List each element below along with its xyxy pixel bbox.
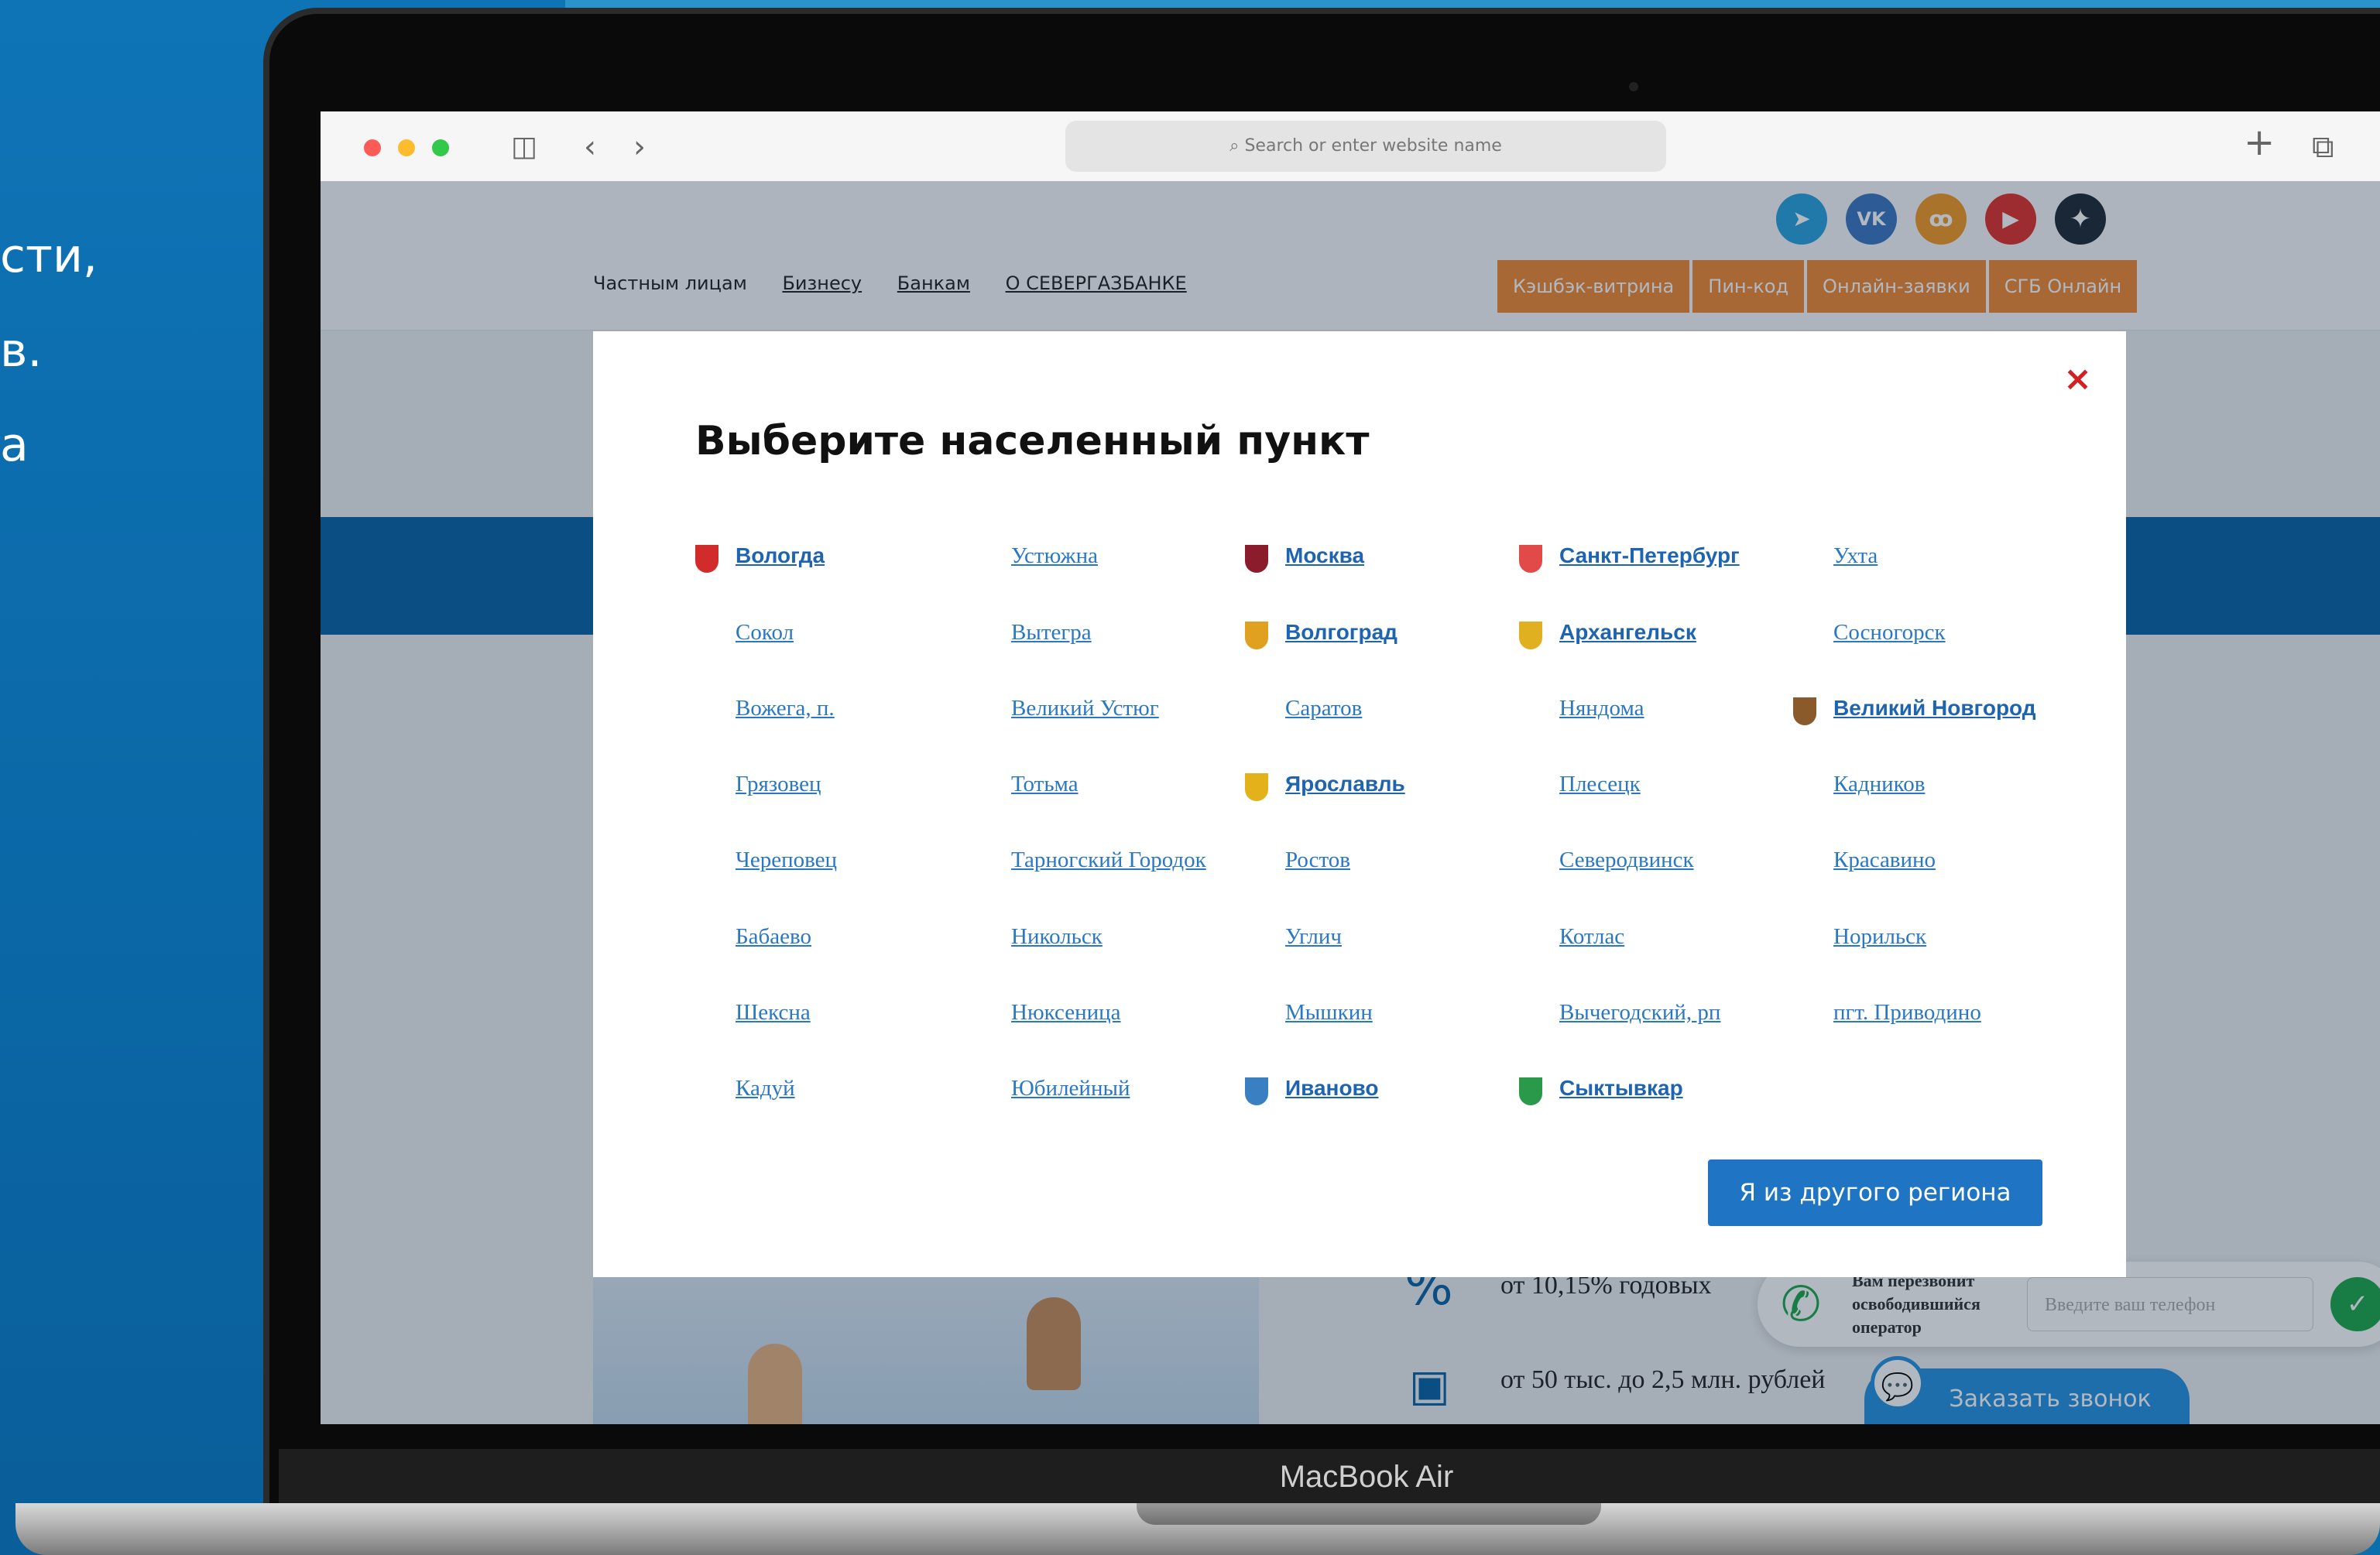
city-link[interactable]: Нюксеница: [1011, 1000, 1121, 1026]
city-link[interactable]: Юбилейный: [1011, 1076, 1130, 1101]
city-link[interactable]: Устюжна: [1011, 543, 1098, 569]
city-link[interactable]: Норильск: [1833, 924, 1926, 950]
city-link[interactable]: Архангельск: [1559, 620, 1696, 645]
city-link[interactable]: Волгоград: [1285, 620, 1397, 645]
city-link[interactable]: Тотьма: [1011, 772, 1079, 797]
promo-text: сти, в. а: [0, 209, 98, 492]
city-link[interactable]: Углич: [1285, 924, 1342, 950]
city-link[interactable]: Никольск: [1011, 924, 1103, 950]
back-icon[interactable]: ‹: [584, 130, 596, 164]
zoom-window-button[interactable]: [432, 139, 449, 156]
browser-toolbar: ◫ ‹ › ⌕ Search or enter website name + ⧉: [321, 111, 2380, 182]
city-emblem-icon: [1519, 622, 1542, 649]
city-link[interactable]: Вычегодский, рп: [1559, 1000, 1720, 1026]
city-link[interactable]: Котлас: [1559, 924, 1624, 950]
city-link[interactable]: пгт. Приводино: [1833, 1000, 1981, 1026]
search-icon: ⌕: [1229, 136, 1245, 156]
city-emblem-icon: [1519, 1077, 1542, 1105]
address-bar[interactable]: ⌕ Search or enter website name: [1065, 121, 1666, 172]
city-link[interactable]: Саратов: [1285, 696, 1362, 721]
other-region-button[interactable]: Я из другого региона: [1708, 1159, 2042, 1226]
close-icon[interactable]: ×: [2063, 362, 2092, 396]
city-link[interactable]: Москва: [1285, 543, 1364, 568]
city-emblem-icon: [1245, 545, 1268, 573]
promo-line-3: а: [0, 418, 29, 472]
city-link[interactable]: Вожега, п.: [736, 696, 835, 721]
sidebar-icon[interactable]: ◫: [511, 130, 537, 164]
city-link[interactable]: Грязовец: [736, 772, 821, 797]
city-link[interactable]: Северодвинск: [1559, 848, 1694, 873]
new-tab-icon[interactable]: +: [2244, 124, 2275, 161]
city-link[interactable]: Ухта: [1833, 543, 1878, 569]
city-link[interactable]: Красавино: [1833, 848, 1936, 873]
city-link[interactable]: Тарногский Городок: [1011, 848, 1206, 873]
city-link[interactable]: Санкт-Петербург: [1559, 543, 1740, 568]
address-placeholder: Search or enter website name: [1244, 136, 1502, 156]
browser-window: ◫ ‹ › ⌕ Search or enter website name + ⧉…: [321, 111, 2380, 1424]
city-emblem-icon: [1519, 545, 1542, 573]
city-link[interactable]: Сокол: [736, 620, 794, 646]
modal-title: Выберите населенный пункт: [695, 418, 1370, 464]
city-link[interactable]: Мышкин: [1285, 1000, 1373, 1026]
city-link[interactable]: Бабаево: [736, 924, 811, 950]
city-link[interactable]: Плесецк: [1559, 772, 1641, 797]
city-link[interactable]: Сосногорск: [1833, 620, 1946, 646]
city-link[interactable]: Великий Новгород: [1833, 696, 2036, 721]
city-select-modal: × Выберите населенный пункт Вологда Сокол…: [593, 331, 2126, 1277]
city-link[interactable]: Няндома: [1559, 696, 1644, 721]
camera-icon: [1629, 82, 1638, 91]
city-link[interactable]: Кадуй: [736, 1076, 795, 1101]
city-emblem-icon: [695, 545, 718, 573]
forward-icon[interactable]: ›: [633, 130, 646, 164]
city-link[interactable]: Иваново: [1285, 1076, 1379, 1101]
city-link[interactable]: Великий Устюг: [1011, 696, 1159, 721]
city-link[interactable]: Ростов: [1285, 848, 1350, 873]
city-emblem-icon: [1245, 622, 1268, 649]
close-window-button[interactable]: [364, 139, 381, 156]
promo-line-1: сти,: [0, 229, 98, 283]
city-emblem-icon: [1793, 697, 1816, 725]
city-emblem-icon: [1245, 773, 1268, 801]
city-link[interactable]: Шексна: [736, 1000, 811, 1026]
laptop-model-label: MacBook Air: [1279, 1460, 1454, 1494]
city-link[interactable]: Кадников: [1833, 772, 1925, 797]
city-link[interactable]: Череповец: [736, 848, 837, 873]
promo-line-2: в.: [0, 324, 43, 378]
tabs-overview-icon[interactable]: ⧉: [2312, 130, 2334, 164]
laptop-base-notch: [1137, 1503, 1601, 1525]
city-link[interactable]: Ярославль: [1285, 772, 1405, 796]
city-link[interactable]: Вологда: [736, 543, 825, 568]
city-link[interactable]: Вытегра: [1011, 620, 1092, 646]
minimize-window-button[interactable]: [398, 139, 415, 156]
city-link[interactable]: Сыктывкар: [1559, 1076, 1683, 1101]
city-emblem-icon: [1245, 1077, 1268, 1105]
